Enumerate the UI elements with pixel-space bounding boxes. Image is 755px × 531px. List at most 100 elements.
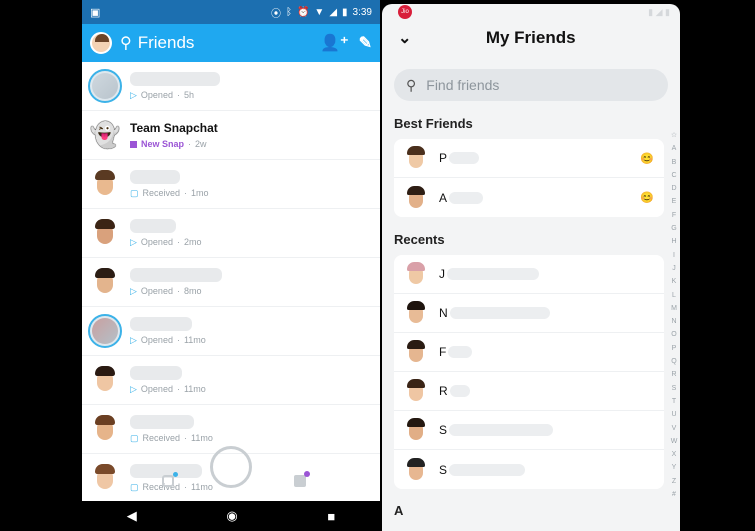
chat-age: 1mo [191, 188, 209, 198]
alphabet-letter[interactable]: R [671, 368, 676, 381]
friend-name: P [439, 151, 448, 165]
ghost-icon: 👻 [90, 121, 120, 149]
received-icon: ▢ [130, 187, 139, 198]
alphabet-letter[interactable]: M [671, 302, 677, 315]
alphabet-letter[interactable]: Z [672, 475, 676, 488]
chat-status: Received [142, 188, 181, 198]
alphabet-letter[interactable]: W [671, 435, 678, 448]
bitmoji-avatar[interactable] [88, 167, 122, 201]
list-item[interactable]: 👻 Team Snapchat New Snap · 2w [82, 111, 380, 160]
alphabet-letter[interactable]: N [671, 315, 676, 328]
alphabet-letter[interactable]: L [672, 289, 676, 302]
story-avatar[interactable] [88, 69, 122, 103]
list-item[interactable]: R [394, 372, 664, 411]
opened-arrow-icon: ▷ [130, 383, 137, 394]
list-item[interactable]: F [394, 333, 664, 372]
search-placeholder: Find friends [426, 77, 500, 93]
alphabet-letter[interactable]: Y [672, 461, 677, 474]
back-nav-icon[interactable]: ◀ [127, 508, 137, 524]
bluetooth-icon: ᛒ [285, 6, 292, 18]
received-icon: ▢ [130, 432, 139, 443]
alphabet-letter[interactable]: P [672, 342, 677, 355]
list-item[interactable]: ▷ Opened · 11mo [82, 356, 380, 405]
list-item[interactable]: P 😊 [394, 139, 664, 178]
capture-button[interactable] [210, 446, 252, 488]
friend-name [130, 218, 176, 233]
list-item[interactable]: ▢ Received · 1mo [82, 160, 380, 209]
chat-status: Opened [140, 384, 173, 394]
bitmoji-avatar [402, 260, 430, 288]
alphabet-letter[interactable]: G [671, 222, 676, 235]
alphabet-letter[interactable]: X [672, 448, 677, 461]
status-icons: ▮ ◢ ▮ [648, 6, 670, 17]
chat-status: Opened [140, 335, 173, 345]
search-icon[interactable]: ⚲ [120, 33, 132, 53]
bitmoji-avatar [402, 338, 430, 366]
alphabet-letter[interactable]: J [672, 262, 676, 275]
list-item[interactable]: ▷ Opened · 2mo [82, 209, 380, 258]
alphabet-letter[interactable]: C [671, 169, 676, 182]
alphabet-letter[interactable]: E [672, 195, 677, 208]
bitmoji-avatar[interactable] [88, 461, 122, 495]
page-title[interactable]: Friends [138, 33, 311, 53]
opened-arrow-icon: ▷ [130, 236, 137, 247]
alphabet-scrubber[interactable]: ☆ A B C D E F G H I J K L M N O P Q R S T U V W X Y Z # [668, 129, 680, 501]
alphabet-letter[interactable]: D [671, 182, 676, 195]
alphabet-letter[interactable]: B [672, 156, 677, 169]
alphabet-letter[interactable]: ☆ [671, 129, 677, 142]
best-friends-list: P 😊 A 😊 [394, 139, 664, 217]
list-item[interactable]: J [394, 255, 664, 294]
alphabet-letter[interactable]: T [672, 395, 676, 408]
bitmoji-avatar[interactable] [88, 216, 122, 250]
smile-emoji-icon: 😊 [640, 192, 654, 204]
friends-screen: ▣ ⦿ ᛒ ⏰ ▼ ◢ ▮ 3:39 ⚲ Friends 👤⁺ ✎ ▷ Opene… [82, 0, 380, 531]
alphabet-letter[interactable]: S [672, 382, 677, 395]
alphabet-letter[interactable]: A [672, 142, 677, 155]
list-item[interactable]: S [394, 411, 664, 450]
story-avatar[interactable] [88, 314, 122, 348]
alphabet-letter[interactable]: H [671, 235, 676, 248]
bitmoji-avatar[interactable] [88, 363, 122, 397]
friend-name [130, 71, 220, 86]
received-icon: ▢ [130, 481, 139, 492]
list-item[interactable]: ▷ Opened · 11mo [82, 307, 380, 356]
alphabet-letter[interactable]: # [672, 488, 676, 501]
friend-name: Team Snapchat [130, 121, 218, 135]
alphabet-letter[interactable]: K [672, 275, 677, 288]
chevron-down-icon[interactable]: ⌄ [398, 28, 411, 48]
alphabet-letter[interactable]: I [673, 249, 675, 262]
page-title: My Friends [485, 28, 576, 47]
alphabet-letter[interactable]: Q [671, 355, 676, 368]
home-nav-icon[interactable]: ◉ [226, 508, 237, 524]
list-item[interactable]: S [394, 450, 664, 489]
list-item[interactable]: ▷ Opened · 8mo [82, 258, 380, 307]
alphabet-letter[interactable]: U [671, 408, 676, 421]
list-item[interactable]: ▷ Opened · 5h [82, 62, 380, 111]
chat-nav-icon[interactable] [162, 475, 174, 487]
discover-nav-icon[interactable] [294, 475, 306, 487]
friend-name [130, 267, 222, 282]
opened-arrow-icon: ▷ [130, 89, 137, 100]
search-icon: ⚲ [406, 76, 417, 93]
name-blur [449, 424, 554, 436]
chat-status: Received [142, 433, 181, 443]
status-bar: ▣ ⦿ ᛒ ⏰ ▼ ◢ ▮ 3:39 [82, 0, 380, 24]
battery-icon: ▮ [342, 6, 348, 18]
name-blur [448, 346, 473, 358]
list-item[interactable]: A 😊 [394, 178, 664, 217]
chat-age: 11mo [191, 482, 213, 492]
new-chat-icon[interactable]: ✎ [359, 33, 372, 53]
list-item[interactable]: N [394, 294, 664, 333]
alphabet-letter[interactable]: O [671, 328, 676, 341]
alphabet-letter[interactable]: V [672, 422, 677, 435]
section-header-recents: Recents [394, 232, 445, 247]
recents-nav-icon[interactable]: ■ [327, 509, 335, 524]
friend-name [130, 169, 180, 184]
add-friend-icon[interactable]: 👤⁺ [320, 33, 348, 53]
bitmoji-avatar[interactable] [88, 265, 122, 299]
alphabet-letter[interactable]: F [672, 209, 676, 222]
friend-name: S [439, 423, 448, 437]
find-friends-search[interactable]: ⚲ Find friends [394, 69, 668, 101]
profile-avatar[interactable] [90, 32, 112, 54]
bitmoji-avatar[interactable] [88, 412, 122, 446]
